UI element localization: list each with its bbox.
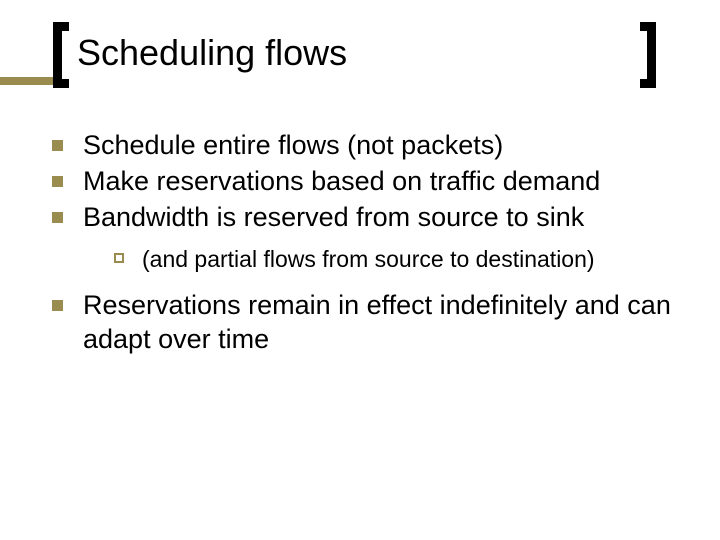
slide: Scheduling flows Schedule entire flows (… [0, 0, 720, 540]
sub-bullet-item: (and partial flows from source to destin… [114, 244, 680, 274]
bullet-item: Bandwidth is reserved from source to sin… [52, 200, 680, 234]
hollow-square-bullet-icon [114, 253, 124, 263]
square-bullet-icon [52, 140, 63, 151]
accent-bar [0, 77, 53, 85]
bullet-item: Make reservations based on traffic deman… [52, 164, 680, 198]
sub-bullet-text: (and partial flows from source to destin… [142, 244, 595, 274]
bullet-item: Schedule entire flows (not packets) [52, 128, 680, 162]
square-bullet-icon [52, 300, 63, 311]
bracket-left-icon [53, 22, 69, 88]
slide-title: Scheduling flows [77, 32, 347, 74]
bullet-text: Bandwidth is reserved from source to sin… [83, 200, 584, 234]
bracket-right-icon [640, 22, 656, 88]
bullet-text: Reservations remain in effect indefinite… [83, 288, 680, 356]
square-bullet-icon [52, 212, 63, 223]
square-bullet-icon [52, 176, 63, 187]
bullet-text: Make reservations based on traffic deman… [83, 164, 600, 198]
bullet-text: Schedule entire flows (not packets) [83, 128, 503, 162]
content-area: Schedule entire flows (not packets) Make… [52, 128, 680, 358]
bullet-item: Reservations remain in effect indefinite… [52, 288, 680, 356]
